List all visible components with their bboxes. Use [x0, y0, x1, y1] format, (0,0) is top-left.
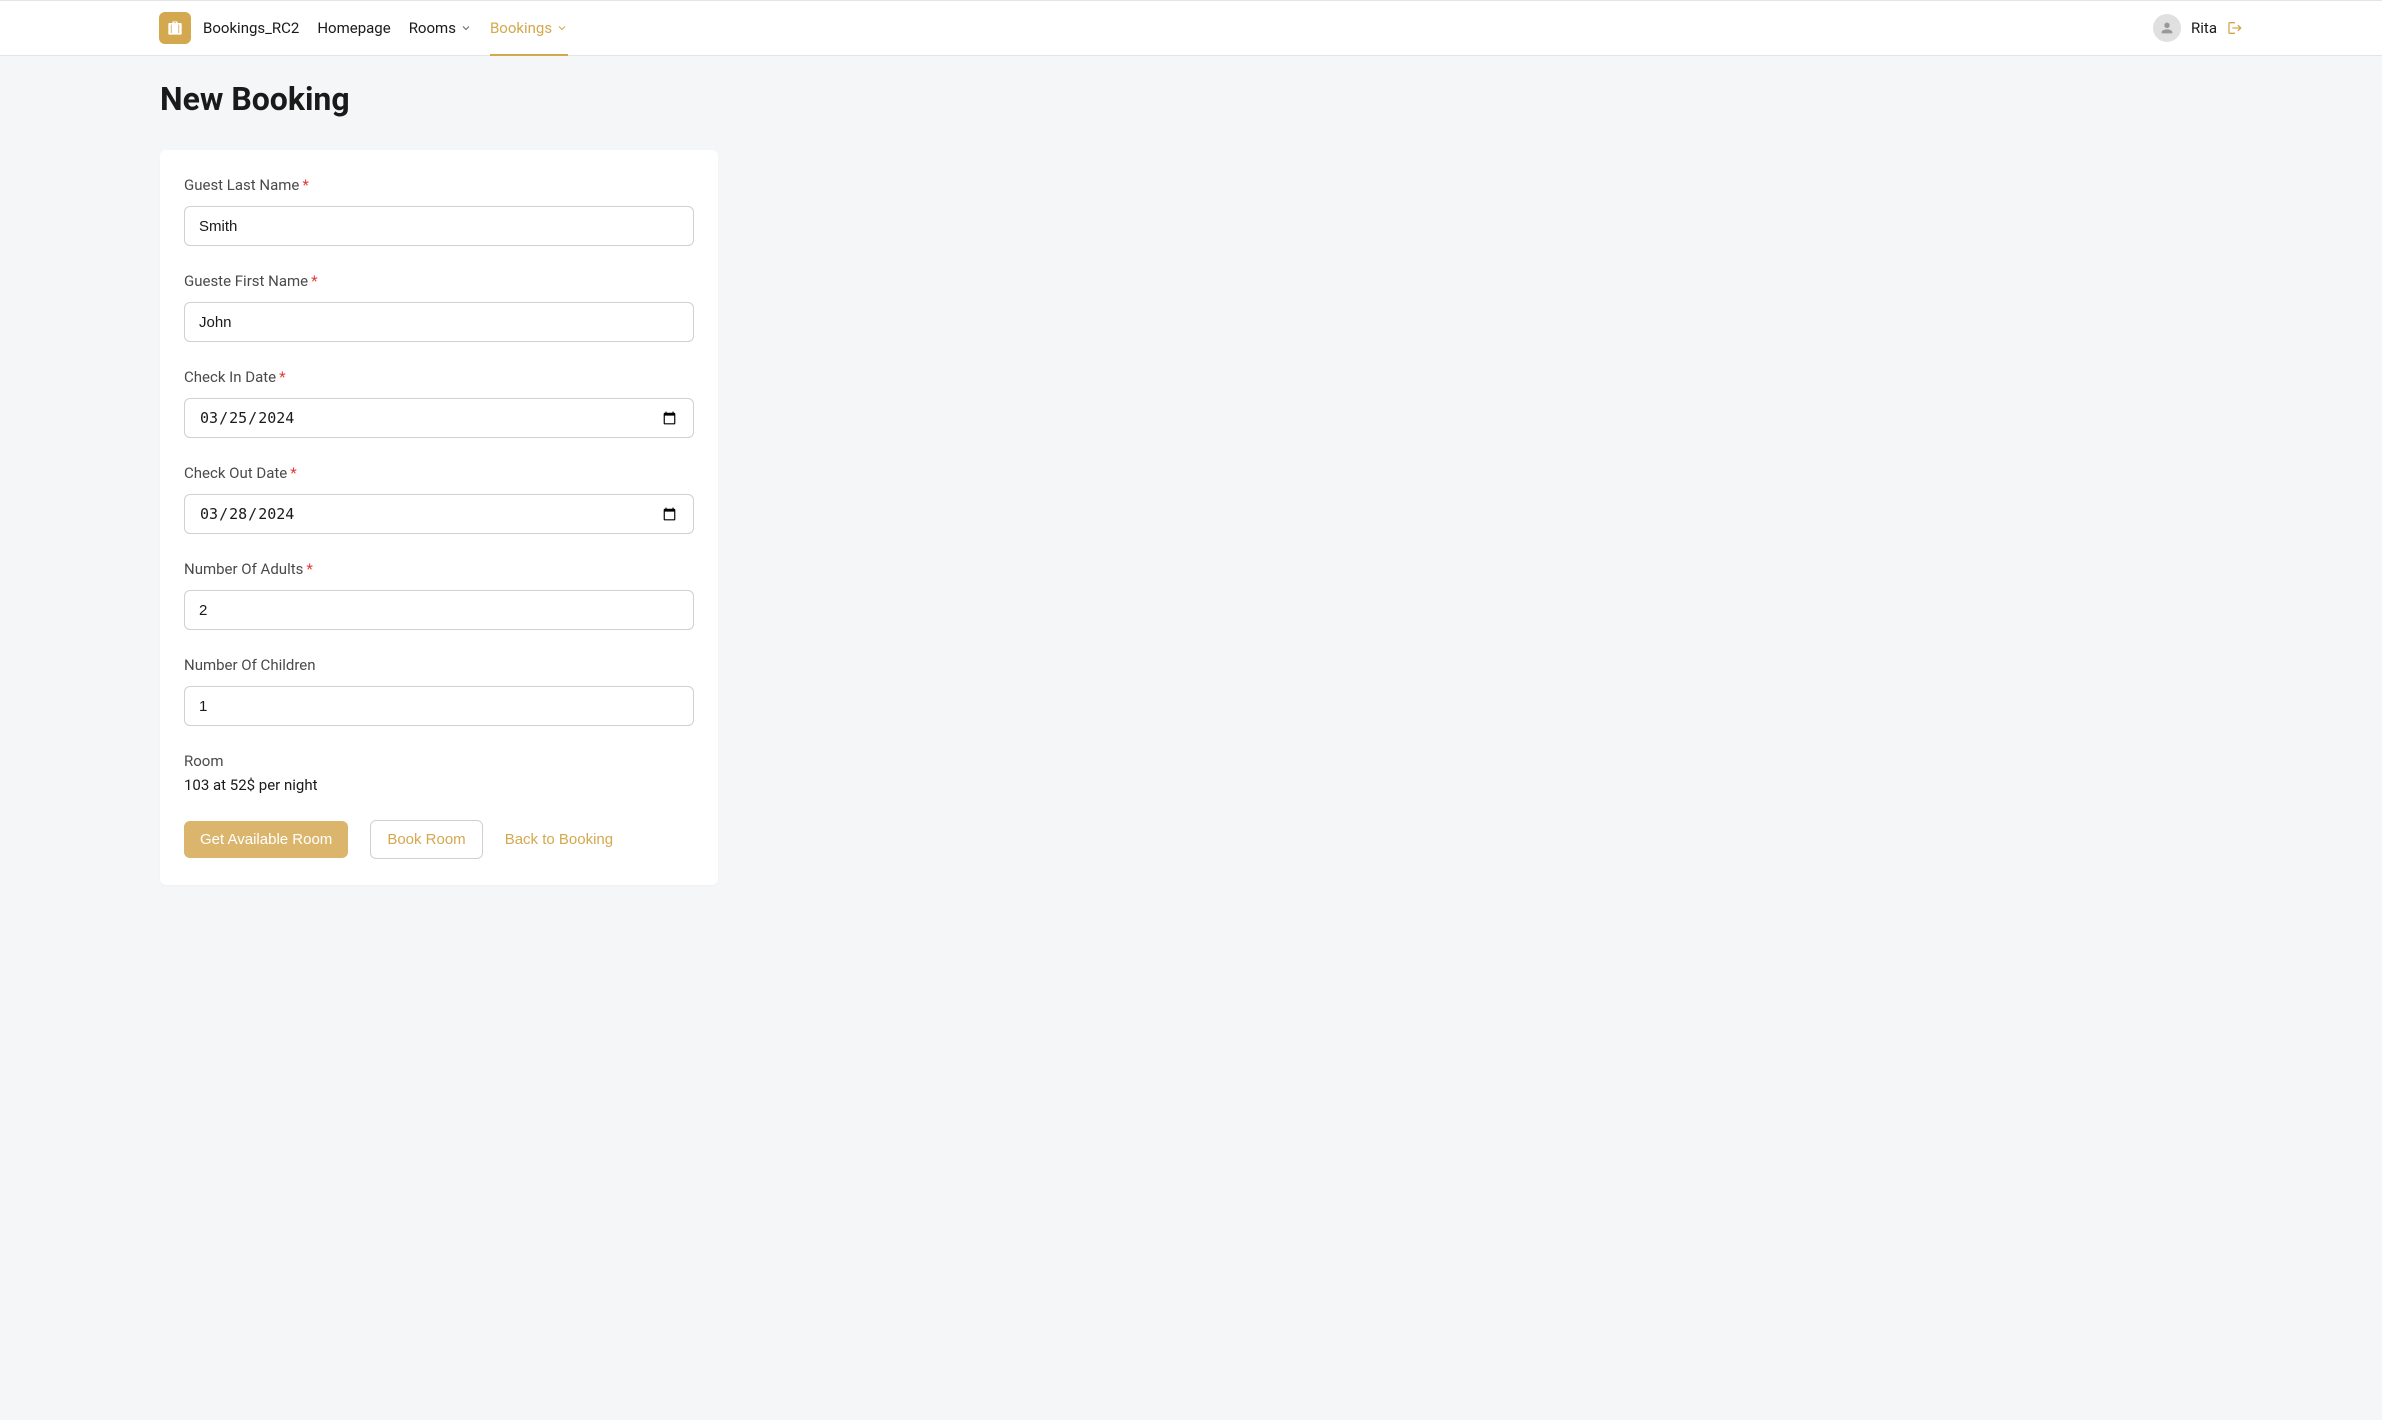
- nav-items: Homepage Rooms Bookings: [317, 1, 586, 55]
- form-group-check-in: Check In Date*: [184, 368, 694, 438]
- room-value: 103 at 52$ per night: [184, 776, 694, 794]
- check-in-date-input[interactable]: [184, 398, 694, 438]
- chevron-down-icon: [460, 22, 472, 34]
- required-indicator: *: [302, 176, 308, 194]
- label-text: Check Out Date: [184, 464, 287, 482]
- header: Bookings_RC2 Homepage Rooms Bookings: [0, 0, 2382, 56]
- book-room-button[interactable]: Book Room: [370, 820, 482, 859]
- required-indicator: *: [311, 272, 317, 290]
- label-text: Guest Last Name: [184, 176, 299, 194]
- adults-input[interactable]: [184, 590, 694, 630]
- label-text: Number Of Adults: [184, 560, 303, 578]
- user-name: Rita: [2191, 19, 2217, 37]
- chevron-down-icon: [556, 22, 568, 34]
- button-row: Get Available Room Book Room Back to Boo…: [184, 820, 694, 859]
- room-label: Room: [184, 752, 694, 770]
- avatar[interactable]: [2153, 14, 2181, 42]
- main-content: New Booking Guest Last Name* Gueste Firs…: [0, 56, 2382, 925]
- page-title: New Booking: [160, 80, 2382, 118]
- last-name-label: Guest Last Name*: [184, 176, 694, 194]
- logo-icon[interactable]: [159, 12, 191, 44]
- label-text: Gueste First Name: [184, 272, 308, 290]
- suitcase-icon: [165, 18, 185, 38]
- first-name-label: Gueste First Name*: [184, 272, 694, 290]
- back-to-booking-link[interactable]: Back to Booking: [505, 831, 613, 848]
- nav-item-rooms[interactable]: Rooms: [409, 1, 472, 55]
- required-indicator: *: [279, 368, 285, 386]
- form-card: Guest Last Name* Gueste First Name* Chec…: [160, 150, 718, 885]
- nav-item-homepage[interactable]: Homepage: [317, 1, 390, 55]
- form-group-last-name: Guest Last Name*: [184, 176, 694, 246]
- form-group-first-name: Gueste First Name*: [184, 272, 694, 342]
- last-name-input[interactable]: [184, 206, 694, 246]
- check-out-date-input[interactable]: [184, 494, 694, 534]
- app-name: Bookings_RC2: [203, 19, 299, 37]
- required-indicator: *: [290, 464, 296, 482]
- header-right: Rita: [2153, 14, 2243, 42]
- nav-label: Rooms: [409, 19, 456, 37]
- check-in-label: Check In Date*: [184, 368, 694, 386]
- header-left: Bookings_RC2 Homepage Rooms Bookings: [159, 1, 586, 55]
- get-available-room-button[interactable]: Get Available Room: [184, 821, 348, 858]
- form-group-check-out: Check Out Date*: [184, 464, 694, 534]
- check-out-label: Check Out Date*: [184, 464, 694, 482]
- children-label: Number Of Children: [184, 656, 694, 674]
- required-indicator: *: [306, 560, 312, 578]
- label-text: Number Of Children: [184, 656, 316, 674]
- label-text: Check In Date: [184, 368, 276, 386]
- nav-item-bookings[interactable]: Bookings: [490, 1, 568, 55]
- children-input[interactable]: [184, 686, 694, 726]
- first-name-input[interactable]: [184, 302, 694, 342]
- adults-label: Number Of Adults*: [184, 560, 694, 578]
- form-group-adults: Number Of Adults*: [184, 560, 694, 630]
- logout-icon[interactable]: [2227, 20, 2243, 36]
- user-icon: [2159, 20, 2175, 36]
- nav-label: Homepage: [317, 19, 390, 37]
- nav-label: Bookings: [490, 19, 552, 37]
- form-group-room: Room 103 at 52$ per night: [184, 752, 694, 794]
- form-group-children: Number Of Children: [184, 656, 694, 726]
